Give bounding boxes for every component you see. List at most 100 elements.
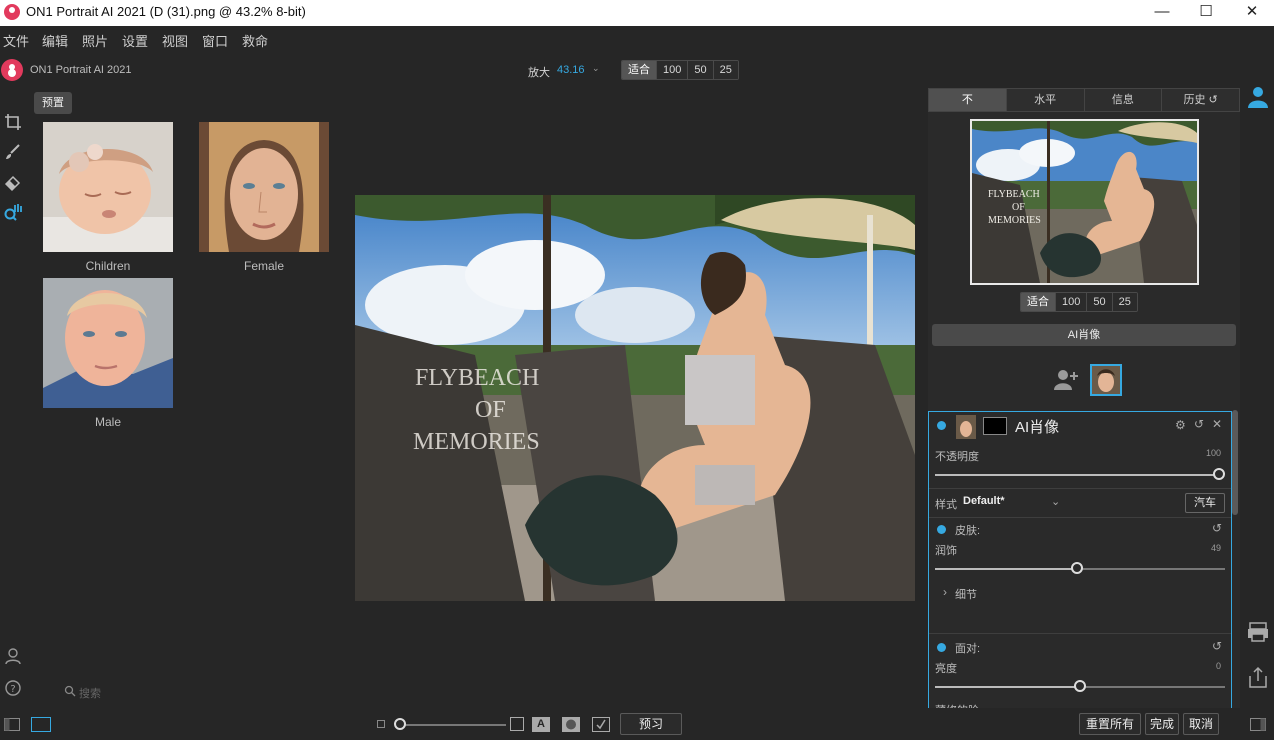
compare-icon[interactable] xyxy=(592,717,610,732)
watermark-line-3: MEMORIES xyxy=(413,429,540,455)
user-icon[interactable] xyxy=(3,646,23,666)
mask-view-icon[interactable] xyxy=(562,717,580,732)
eraser-icon[interactable] xyxy=(3,172,23,192)
gear-icon[interactable]: ⚙ xyxy=(1175,418,1186,432)
brush-icon[interactable] xyxy=(3,142,23,162)
nav-zoom-50-button[interactable]: 50 xyxy=(1087,293,1113,311)
smooth-label: 润饰 xyxy=(935,545,957,557)
watermark-line-2: OF xyxy=(475,397,506,423)
face-reset-icon[interactable]: ↺ xyxy=(1212,639,1222,653)
navigator-preview[interactable]: FLYBEACH OF MEMORIES xyxy=(970,119,1199,285)
crop-icon[interactable] xyxy=(3,112,23,132)
nav-watermark-line-1: FLYBEACH xyxy=(988,189,1040,200)
nav-zoom-100-button[interactable]: 100 xyxy=(1056,293,1088,311)
thumb-large-icon[interactable] xyxy=(510,717,524,731)
header-bar: ON1 Portrait AI 2021 放大 43.16 ⌄ 适合 100 5… xyxy=(0,52,1274,88)
preset-female-thumb[interactable] xyxy=(199,122,329,252)
chevron-right-icon[interactable]: › xyxy=(943,585,947,599)
skin-reset-icon[interactable]: ↺ xyxy=(1212,521,1222,535)
close-icon[interactable]: ✕ xyxy=(1212,417,1222,431)
thumb-small-icon[interactable] xyxy=(377,720,385,728)
detail-label[interactable]: 细节 xyxy=(955,586,977,602)
chevron-down-icon[interactable]: ⌄ xyxy=(592,63,600,74)
chevron-down-icon[interactable]: ⌄ xyxy=(1051,495,1060,508)
portrait-user-icon[interactable] xyxy=(1246,84,1270,108)
menu-window[interactable]: 窗口 xyxy=(202,31,228,50)
window-title: ON1 Portrait AI 2021 (D (31).png @ 43.2%… xyxy=(26,4,306,19)
smooth-value: 49 xyxy=(1210,543,1221,553)
preset-search-input[interactable]: 搜索 xyxy=(79,685,101,701)
done-button[interactable]: 完成 xyxy=(1145,713,1179,735)
opacity-slider[interactable] xyxy=(935,474,1219,476)
label-icon[interactable]: A xyxy=(532,717,550,732)
right-tabs: 不 水平 信息 历史 ↺ xyxy=(928,88,1240,112)
reset-all-button[interactable]: 重置所有 xyxy=(1079,713,1141,735)
help-icon[interactable]: ? xyxy=(3,678,23,698)
preset-male-label: Male xyxy=(94,415,121,429)
photo-canvas: FLYBEACH OF MEMORIES xyxy=(342,88,928,708)
tab-none[interactable]: 不 xyxy=(929,89,1007,111)
menu-help[interactable]: 救命 xyxy=(242,31,268,50)
brightness-slider-knob[interactable] xyxy=(1074,680,1086,692)
auto-button[interactable]: 汽车 xyxy=(1185,493,1225,513)
divider xyxy=(929,488,1231,489)
style-select[interactable]: Default* xyxy=(963,495,1005,507)
ai-portrait-adjustment: AI肖像 ⚙ ↺ ✕ 不透明度 100 样式 Default* ⌄ 汽车 皮肤:… xyxy=(928,411,1232,717)
presets-panel: 预置 Children Female Male 搜索 xyxy=(30,88,342,701)
opacity-slider-knob[interactable] xyxy=(1213,468,1225,480)
tab-history[interactable]: 历史 ↺ xyxy=(1162,89,1239,111)
menu-edit[interactable]: 编辑 xyxy=(42,31,68,50)
reset-icon[interactable]: ↺ xyxy=(1194,417,1204,431)
zoom-fit-button[interactable]: 适合 xyxy=(622,61,657,79)
zoom-value[interactable]: 43.16 xyxy=(557,64,585,76)
zoom-100-button[interactable]: 100 xyxy=(657,61,689,79)
nav-zoom-fit-button[interactable]: 适合 xyxy=(1021,293,1056,311)
add-face-icon[interactable] xyxy=(1054,368,1078,390)
thumbnail-size-slider[interactable] xyxy=(398,724,506,726)
face-detect-icon[interactable] xyxy=(3,202,23,222)
print-icon[interactable] xyxy=(1246,620,1270,644)
menu-settings[interactable]: 设置 xyxy=(122,31,148,50)
menu-view[interactable]: 视图 xyxy=(162,31,188,50)
close-button[interactable]: ✕ xyxy=(1237,2,1267,22)
zoom-presets: 适合 100 50 25 xyxy=(621,60,739,80)
search-icon xyxy=(64,685,76,697)
toggle-left-panel-icon[interactable] xyxy=(4,718,20,731)
zoom-label: 放大 xyxy=(528,67,550,79)
opacity-value: 100 xyxy=(1205,448,1221,458)
maximize-button[interactable]: ☐ xyxy=(1191,2,1221,22)
detected-face-thumb[interactable] xyxy=(1090,364,1122,396)
share-icon[interactable] xyxy=(1246,666,1270,690)
cancel-button[interactable]: 取消 xyxy=(1183,713,1219,735)
smooth-slider-knob[interactable] xyxy=(1071,562,1084,574)
ai-portrait-button[interactable]: AI肖像 xyxy=(932,324,1236,346)
single-view-icon[interactable] xyxy=(31,717,51,732)
skin-enable-toggle[interactable] xyxy=(937,525,946,534)
app-logo-icon xyxy=(4,4,20,20)
tab-info[interactable]: 信息 xyxy=(1084,89,1163,111)
thumbnail-size-knob[interactable] xyxy=(394,718,406,730)
nav-zoom-presets: 适合 100 50 25 xyxy=(1020,292,1138,312)
nav-zoom-25-button[interactable]: 25 xyxy=(1112,293,1137,311)
menu-photo[interactable]: 照片 xyxy=(82,31,108,50)
zoom-50-button[interactable]: 50 xyxy=(688,61,714,79)
nav-watermark-line-2: OF xyxy=(1012,202,1025,213)
menu-bar: 文件 编辑 照片 设置 视图 窗口 救命 xyxy=(0,26,1274,52)
presets-tab[interactable]: 预置 xyxy=(34,92,72,114)
zoom-25-button[interactable]: 25 xyxy=(713,61,738,79)
right-panel-scrollbar[interactable] xyxy=(1232,410,1238,515)
module-face-thumb xyxy=(956,415,976,439)
minimize-button[interactable]: — xyxy=(1147,2,1177,22)
toggle-right-panel-icon[interactable] xyxy=(1250,718,1266,731)
face-enable-toggle[interactable] xyxy=(937,643,946,652)
main-photo[interactable]: FLYBEACH OF MEMORIES xyxy=(355,195,915,601)
preview-button[interactable]: 预习 xyxy=(620,713,682,735)
mask-thumb[interactable] xyxy=(983,417,1007,435)
preset-children-thumb[interactable] xyxy=(43,122,173,252)
preset-male-thumb[interactable] xyxy=(43,278,173,408)
tab-level[interactable]: 水平 xyxy=(1006,89,1085,111)
divider xyxy=(929,633,1231,634)
right-panel: 不 水平 信息 历史 ↺ FLYBEACH OF MEMORIES 适合 100… xyxy=(928,88,1240,717)
module-enable-toggle[interactable] xyxy=(937,421,946,430)
menu-file[interactable]: 文件 xyxy=(3,31,29,50)
